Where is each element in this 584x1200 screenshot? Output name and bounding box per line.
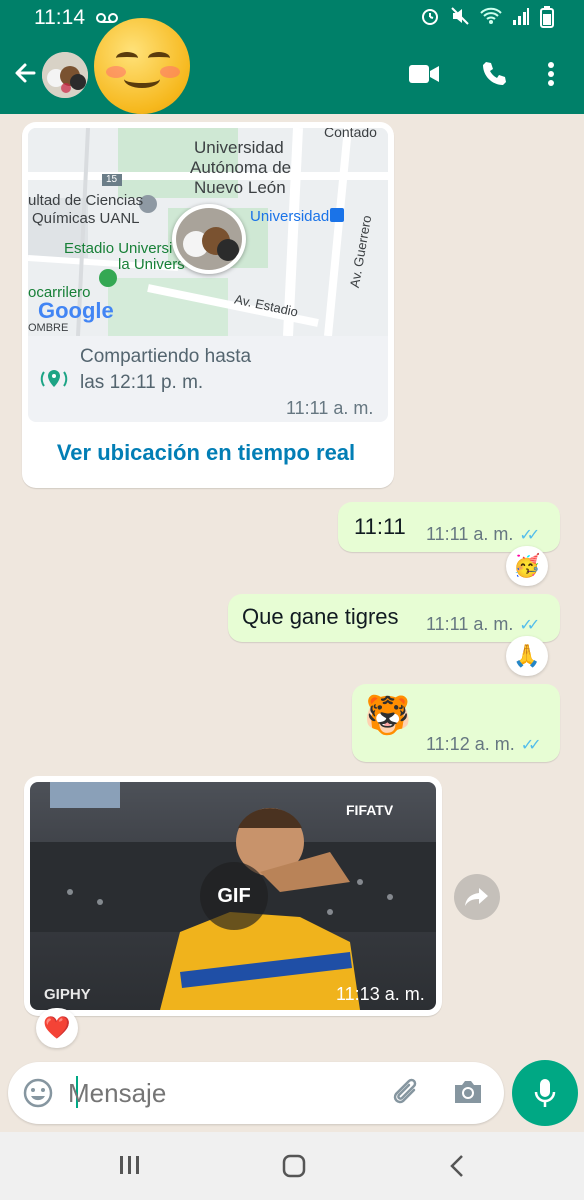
read-ticks-icon: ✓✓ — [520, 737, 542, 754]
system-nav-bar — [0, 1132, 584, 1200]
reaction-party[interactable]: 🥳 — [506, 546, 548, 586]
map-label-universidad: Universidad — [194, 138, 284, 157]
mic-icon — [534, 1079, 556, 1107]
location-avatar-pin — [172, 204, 246, 274]
map-label-facultad: ultad de Ciencias — [28, 192, 144, 209]
message-text: 11:11 — [354, 514, 406, 539]
message-input[interactable] — [68, 1072, 368, 1114]
voice-record-button[interactable] — [512, 1060, 578, 1126]
map-label-contado: Contado — [324, 128, 377, 140]
forward-button[interactable] — [454, 874, 500, 920]
read-ticks-icon: ✓✓ — [519, 617, 540, 634]
message-text: Que gane tigres — [242, 604, 399, 629]
mute-icon — [451, 7, 469, 25]
forward-icon — [465, 888, 488, 906]
giphy-label: GIPHY — [44, 986, 91, 1003]
alarm-icon — [422, 9, 438, 25]
map-label-metro-universidad: Universidad — [250, 208, 330, 225]
map-label-road-15: 15 — [106, 174, 118, 185]
camera-icon[interactable] — [452, 1078, 484, 1106]
map-label-nombre: OMBRE — [28, 322, 69, 334]
voice-call-icon[interactable] — [480, 60, 508, 88]
map-label-nuevo-leon: Nuevo León — [194, 178, 286, 197]
status-bar: 11:14 — [0, 0, 584, 36]
chat-header — [0, 18, 584, 114]
outgoing-message-2[interactable]: Que gane tigres 11:11 a. m. ✓✓ — [228, 594, 560, 642]
contact-avatar[interactable] — [42, 52, 88, 98]
live-location-map[interactable]: Contado Universidad Autónoma de Nuevo Le… — [28, 128, 388, 336]
map-label-la-universidad: la Univers — [118, 256, 185, 273]
message-timestamp: 11:11 a. m. ✓✓ — [426, 524, 540, 544]
message-composer — [8, 1062, 504, 1124]
video-call-icon[interactable] — [408, 60, 440, 88]
attach-icon[interactable] — [390, 1076, 422, 1110]
map-label-autonoma: Autónoma de — [190, 158, 292, 177]
message-timestamp: 11:12 a. m. ✓✓ — [426, 734, 542, 754]
gif-play-badge[interactable]: GIF — [200, 862, 268, 930]
tiger-emoji: 🐯 — [364, 695, 412, 737]
more-options-icon[interactable] — [546, 60, 556, 88]
home-icon[interactable] — [282, 1154, 306, 1178]
sharing-until-text: Compartiendo hasta las 12:11 p. m. — [80, 346, 252, 393]
back-arrow-icon[interactable] — [10, 58, 40, 88]
recent-apps-icon[interactable] — [118, 1154, 142, 1176]
view-live-location-link[interactable]: Ver ubicación en tiempo real — [22, 440, 390, 466]
wifi-icon — [480, 7, 502, 24]
message-timestamp: 11:11 a. m. ✓✓ — [426, 614, 540, 634]
smiling-emoji-sticker — [94, 18, 190, 114]
gif-timestamp: 11:13 a. m. — [336, 984, 425, 1004]
map-label-quimicas: Químicas UANL — [32, 210, 140, 227]
reaction-heart[interactable]: ❤️ — [36, 1008, 78, 1048]
signal-icon — [513, 8, 529, 25]
nav-back-icon[interactable] — [448, 1154, 466, 1178]
reaction-pray[interactable]: 🙏 — [506, 636, 548, 676]
map-label-estadio: Estadio Universi — [64, 240, 173, 257]
outgoing-message-1[interactable]: 11:11 11:11 a. m. ✓✓ — [338, 502, 560, 552]
battery-icon — [540, 6, 554, 28]
fifa-tv-watermark: FIFATV — [346, 802, 394, 818]
google-logo: Google — [38, 298, 114, 323]
live-location-icon — [40, 370, 68, 387]
location-share-panel: Compartiendo hasta las 12:11 p. m. 11:11… — [28, 336, 388, 422]
location-timestamp: 11:11 a. m. — [286, 398, 374, 418]
emoji-icon[interactable] — [22, 1077, 54, 1109]
outgoing-message-3[interactable]: 🐯 11:12 a. m. ✓✓ — [352, 684, 560, 762]
status-time: 11:14 — [34, 6, 85, 29]
read-ticks-icon: ✓✓ — [519, 527, 540, 544]
